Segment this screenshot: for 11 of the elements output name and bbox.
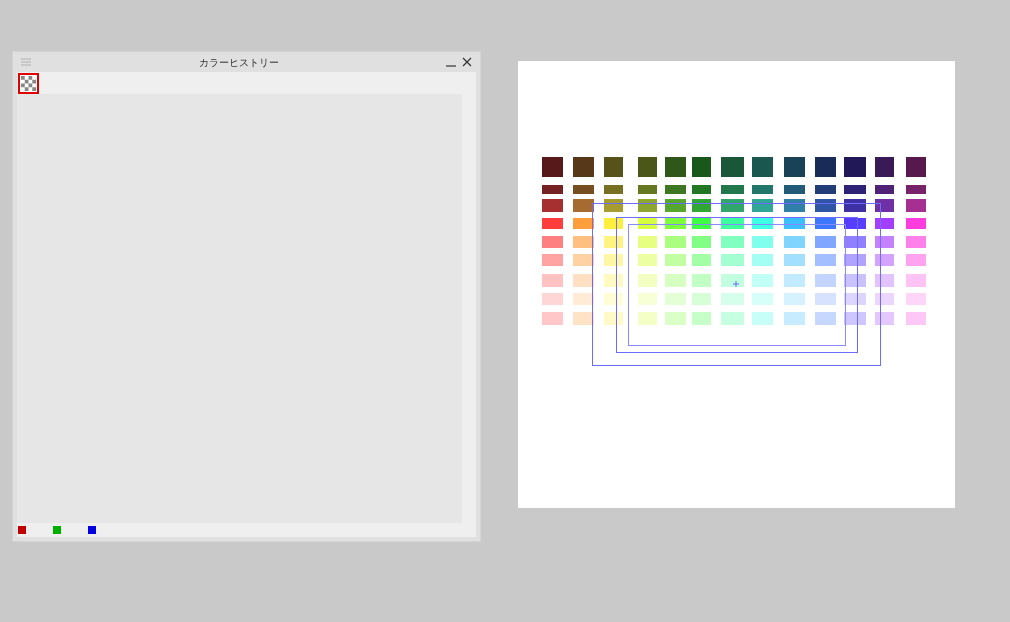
color-swatch[interactable] [18, 526, 26, 534]
window-title: カラーヒストリー [197, 55, 280, 70]
close-icon[interactable] [462, 57, 472, 67]
color-swatch[interactable] [53, 526, 61, 534]
selection-frame[interactable] [628, 224, 846, 346]
color-swatch[interactable] [88, 526, 96, 534]
transparent-color-button[interactable] [18, 72, 39, 94]
checkerboard-icon [21, 75, 36, 91]
selection-frame[interactable] [592, 203, 881, 366]
crosshair-icon [732, 280, 740, 288]
selection-frame[interactable] [616, 217, 858, 353]
